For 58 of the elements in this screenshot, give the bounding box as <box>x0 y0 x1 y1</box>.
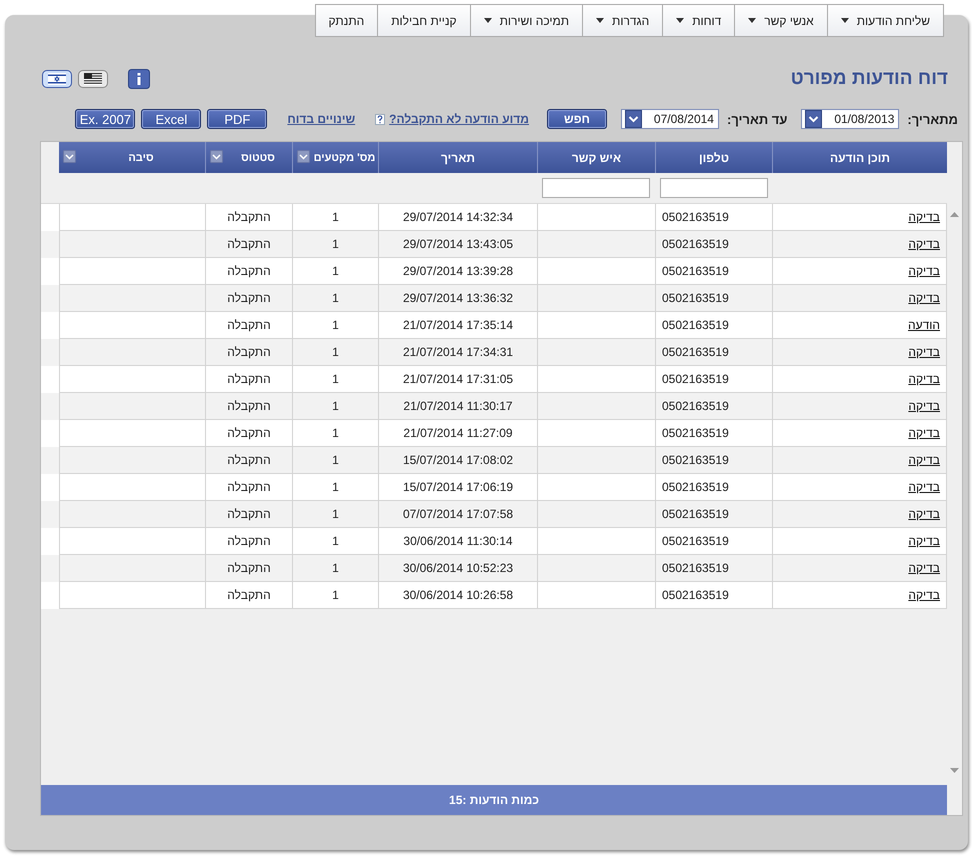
column-header[interactable]: איש קשר <box>537 142 655 173</box>
message-link[interactable]: בדיקה <box>908 372 940 386</box>
page-title: דוח הודעות מפורט <box>790 68 948 90</box>
message-link[interactable]: בדיקה <box>908 264 940 278</box>
menu-item[interactable]: תמיכה ושירות <box>470 4 584 37</box>
to-date-field[interactable]: 07/08/2014 <box>620 109 719 129</box>
message-link[interactable]: בדיקה <box>908 534 940 548</box>
message-link[interactable]: בדיקה <box>908 480 940 494</box>
column-header[interactable]: תוכן הודעה <box>772 142 947 173</box>
column-header[interactable]: טלפון <box>655 142 772 173</box>
message-link[interactable]: בדיקה <box>908 345 940 359</box>
help-icon[interactable] <box>375 114 386 124</box>
message-link[interactable]: בדיקה <box>908 210 940 224</box>
message-link[interactable]: בדיקה <box>908 237 940 251</box>
column-menu-icon[interactable] <box>297 150 310 163</box>
message-link[interactable]: בדיקה <box>908 561 940 575</box>
message-link[interactable]: הודעה <box>908 318 940 332</box>
menu-item[interactable]: התנתק <box>314 4 378 37</box>
message-link[interactable]: בדיקה <box>908 507 940 521</box>
column-menu-icon[interactable] <box>63 150 76 163</box>
info-icon[interactable] <box>128 69 150 89</box>
table-cell: 0502163519 <box>655 582 772 609</box>
table-cell: 30/06/2014 10:26:58 <box>378 582 537 609</box>
export-button[interactable]: Ex. 2007 <box>75 109 136 129</box>
table-cell: 1 <box>292 582 378 609</box>
export-button[interactable]: Excel <box>141 109 202 129</box>
dropdown-icon[interactable] <box>805 110 822 128</box>
why-not-received-link[interactable]: מדוע הודעה לא התקבלה? <box>389 112 529 126</box>
message-link[interactable]: בדיקה <box>908 588 940 602</box>
menu-item[interactable]: הגדרות <box>583 4 664 37</box>
column-header[interactable]: סיבה <box>59 142 205 173</box>
menu-item[interactable]: אנשי קשר <box>735 4 828 37</box>
report-changes-link[interactable]: שינויים בדוח <box>287 112 356 126</box>
message-count: כמות הודעות :15 <box>449 793 539 807</box>
export-button[interactable]: PDF <box>207 109 268 129</box>
message-link[interactable]: בדיקה <box>908 453 940 467</box>
column-menu-icon[interactable] <box>210 150 223 163</box>
dropdown-icon[interactable] <box>624 110 642 128</box>
message-link[interactable]: בדיקה <box>908 399 940 413</box>
scroll-up-icon[interactable] <box>950 212 959 217</box>
menu-item[interactable]: שליחת הודעות <box>828 4 944 37</box>
usa-flag-button[interactable] <box>78 70 108 88</box>
menu-item[interactable]: דוחות <box>663 4 736 37</box>
israel-flag-button[interactable] <box>42 70 72 88</box>
to-date-label: עד תאריך: <box>726 112 788 126</box>
from-date-label: מתאריך: <box>907 112 958 126</box>
message-link[interactable]: בדיקה <box>908 291 940 305</box>
column-header[interactable]: מס' מקטעים <box>292 142 378 173</box>
message-link[interactable]: בדיקה <box>908 426 940 440</box>
menu-item[interactable]: קניית חבילות <box>378 4 471 37</box>
from-date-field[interactable]: 01/08/2013 <box>801 109 900 129</box>
column-header[interactable]: סטטוס <box>205 142 292 173</box>
filter-field[interactable] <box>660 178 768 198</box>
scroll-down-icon[interactable] <box>950 768 959 773</box>
filter-field[interactable] <box>542 178 650 198</box>
column-header[interactable]: תאריך <box>378 142 537 173</box>
search-button[interactable]: חפש <box>546 109 607 129</box>
table-cell: התקבלה <box>205 582 292 609</box>
